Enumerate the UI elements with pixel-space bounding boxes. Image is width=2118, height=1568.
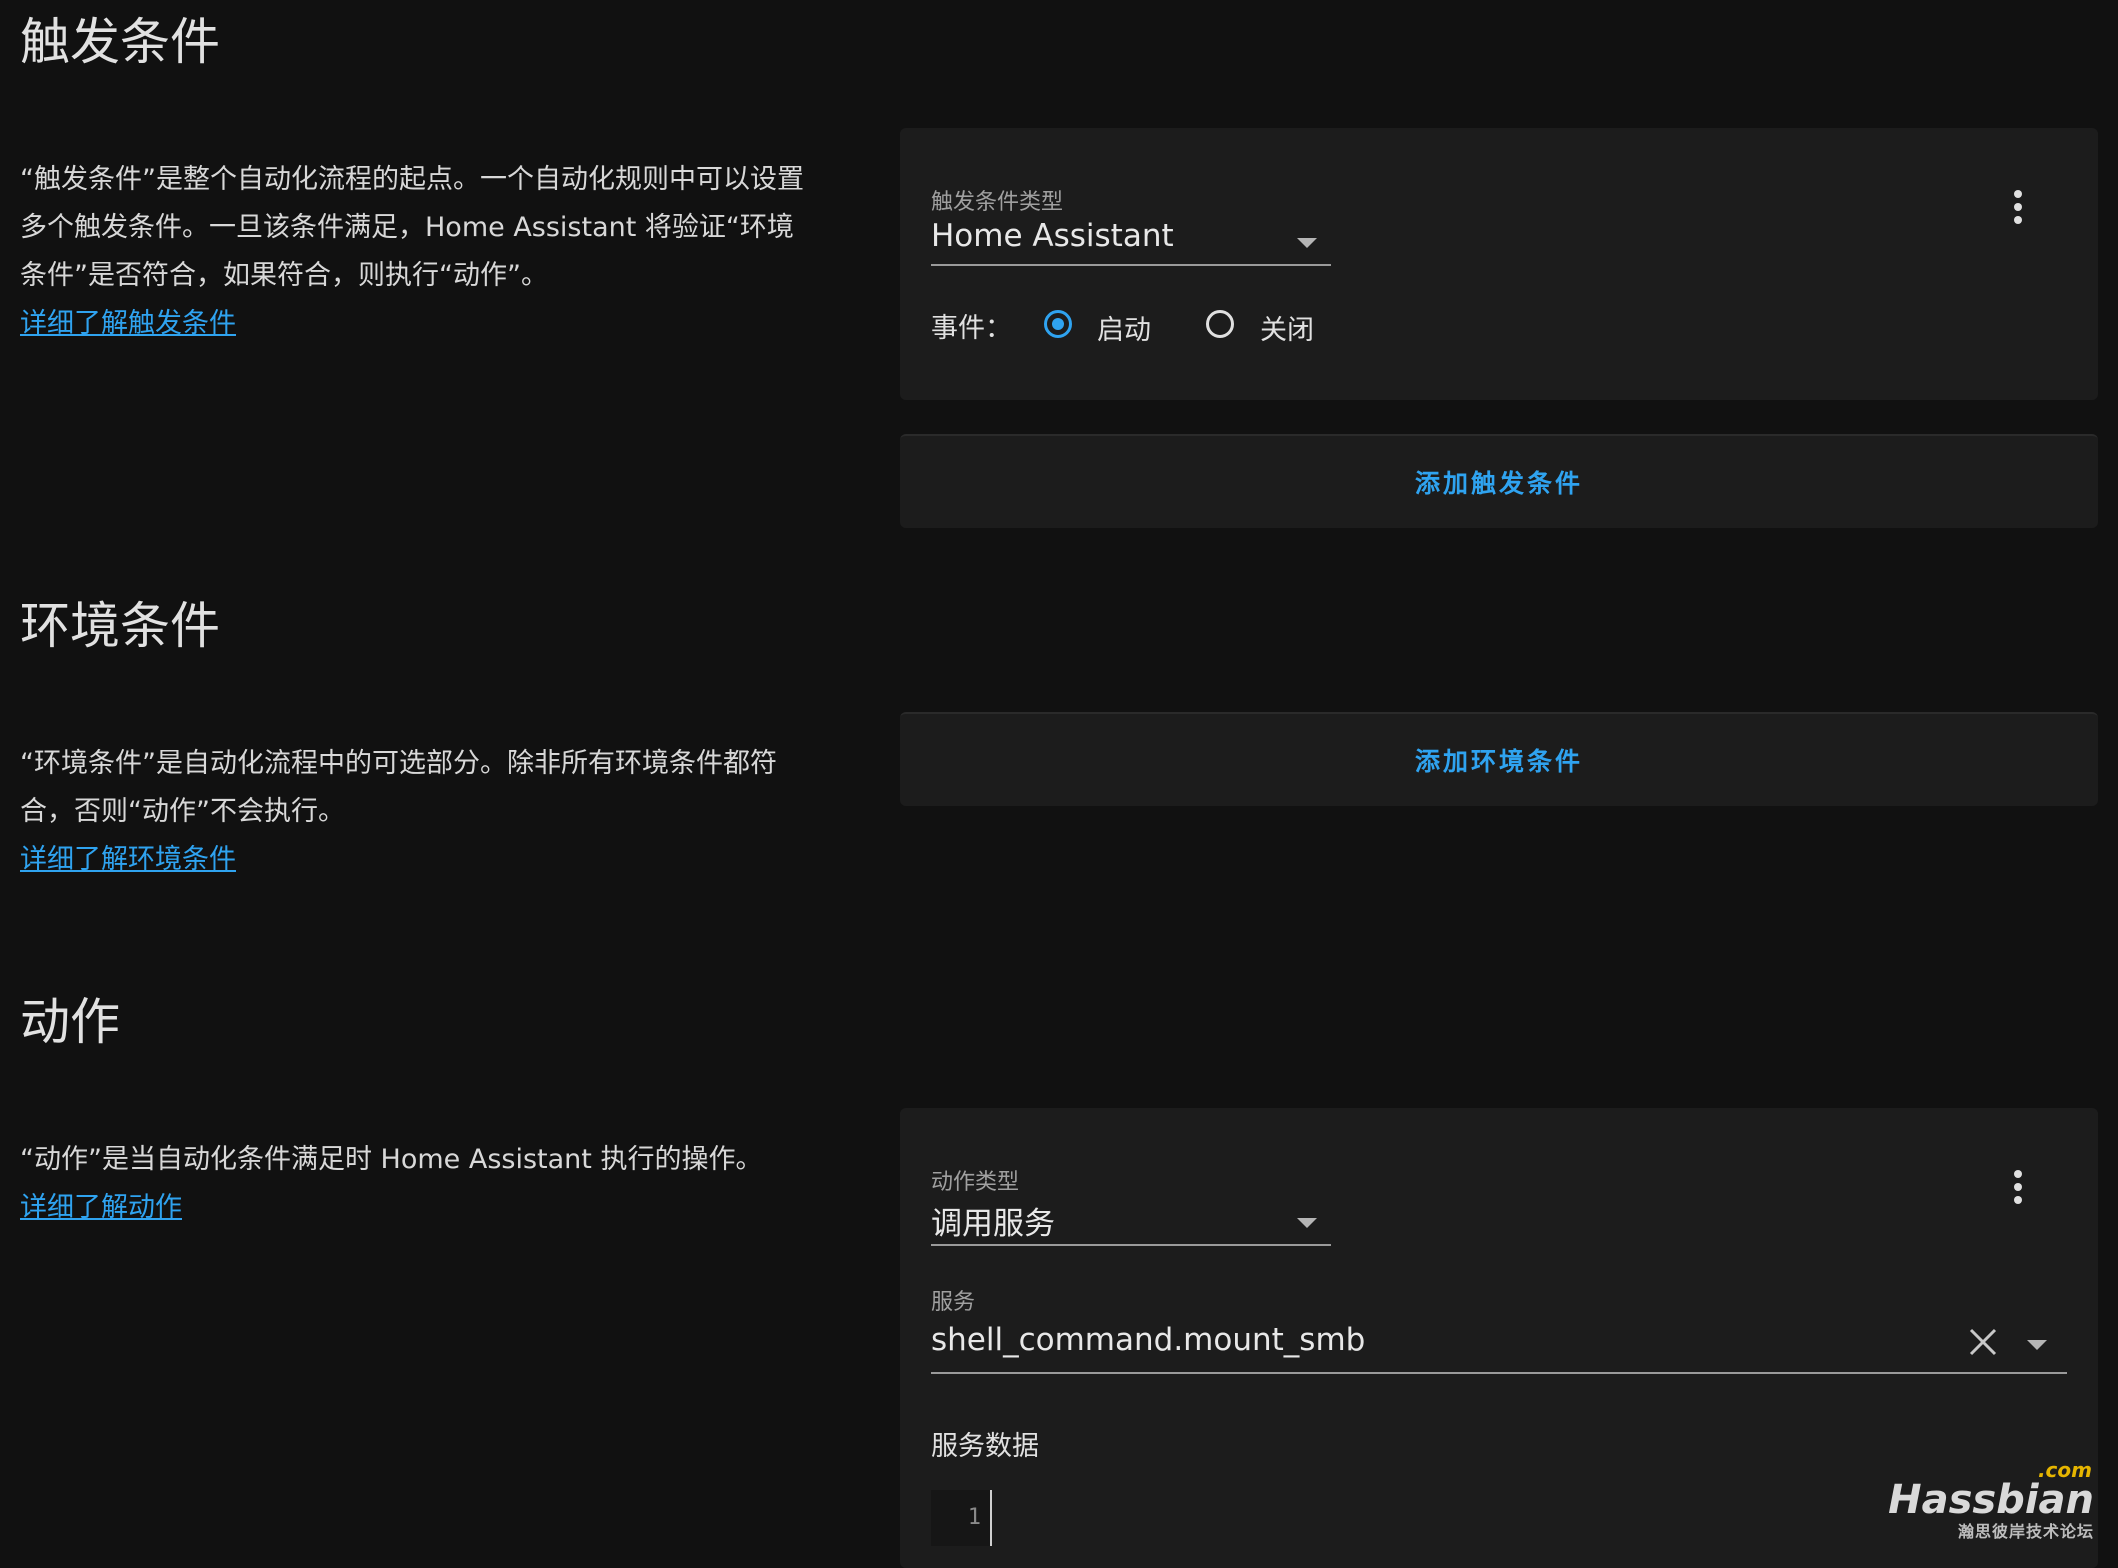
watermark-logo: .com Hassbian 瀚思彼岸技术论坛: [1888, 1458, 2094, 1542]
trigger-type-select[interactable]: Home Assistant: [931, 218, 1331, 266]
service-value: shell_command.mount_smb: [931, 1322, 1366, 1358]
event-label: 事件：: [931, 313, 1012, 344]
learn-conditions-link[interactable]: 详细了解环境条件: [20, 836, 810, 884]
watermark-brand: Hassbian: [1888, 1477, 2094, 1523]
more-vert-icon[interactable]: [2014, 1170, 2024, 1209]
action-type-value: 调用服务: [931, 1206, 1055, 1242]
add-trigger-card: 添加触发条件: [900, 434, 2098, 528]
conditions-title: 环境条件: [20, 597, 220, 655]
actions-description-text: “动作”是当自动化条件满足时 Home Assistant 执行的操作。: [20, 1144, 763, 1175]
chevron-down-icon: [1297, 1218, 1317, 1228]
conditions-description-text: “环境条件”是自动化流程中的可选部分。除非所有环境条件都符合，否则“动作”不会执…: [20, 748, 777, 827]
service-select[interactable]: shell_command.mount_smb: [931, 1322, 2067, 1374]
add-condition-button[interactable]: 添加环境条件: [1409, 741, 1589, 779]
actions-title: 动作: [20, 993, 120, 1051]
radio-start-label[interactable]: 启动: [1097, 308, 1151, 347]
service-data-label: 服务数据: [931, 1431, 1039, 1462]
add-condition-card: 添加环境条件: [900, 712, 2098, 806]
close-icon[interactable]: [1967, 1326, 1999, 1358]
action-type-underline: [931, 1244, 1331, 1246]
chevron-down-icon[interactable]: [2027, 1340, 2047, 1350]
radio-stop[interactable]: [1206, 310, 1234, 338]
service-label: 服务: [931, 1290, 976, 1315]
triggers-title: 触发条件: [20, 13, 220, 71]
radio-start[interactable]: [1044, 310, 1072, 338]
editor-cursor: [990, 1490, 992, 1546]
add-trigger-button[interactable]: 添加触发条件: [1409, 463, 1589, 501]
action-type-label: 动作类型: [931, 1170, 1020, 1195]
chevron-down-icon: [1297, 238, 1317, 248]
trigger-type-underline: [931, 264, 1331, 266]
service-underline: [931, 1372, 2067, 1374]
triggers-description-text: “触发条件”是整个自动化流程的起点。一个自动化规则中可以设置多个触发条件。一旦该…: [20, 164, 804, 291]
triggers-description: “触发条件”是整个自动化流程的起点。一个自动化规则中可以设置多个触发条件。一旦该…: [20, 156, 810, 348]
radio-stop-label[interactable]: 关闭: [1260, 308, 1314, 347]
action-type-select[interactable]: 调用服务: [931, 1198, 1331, 1246]
conditions-description: “环境条件”是自动化流程中的可选部分。除非所有环境条件都符合，否则“动作”不会执…: [20, 740, 810, 884]
learn-triggers-link[interactable]: 详细了解触发条件: [20, 300, 810, 348]
learn-actions-link[interactable]: 详细了解动作: [20, 1184, 810, 1232]
actions-description: “动作”是当自动化条件满足时 Home Assistant 执行的操作。 详细了…: [20, 1136, 810, 1232]
editor-line-number: 1: [931, 1490, 991, 1546]
trigger-type-value: Home Assistant: [931, 218, 1174, 254]
trigger-card: 触发条件类型 Home Assistant 事件： 启动 关闭: [900, 128, 2098, 400]
more-vert-icon[interactable]: [2014, 190, 2024, 229]
trigger-type-label: 触发条件类型: [931, 190, 1064, 215]
